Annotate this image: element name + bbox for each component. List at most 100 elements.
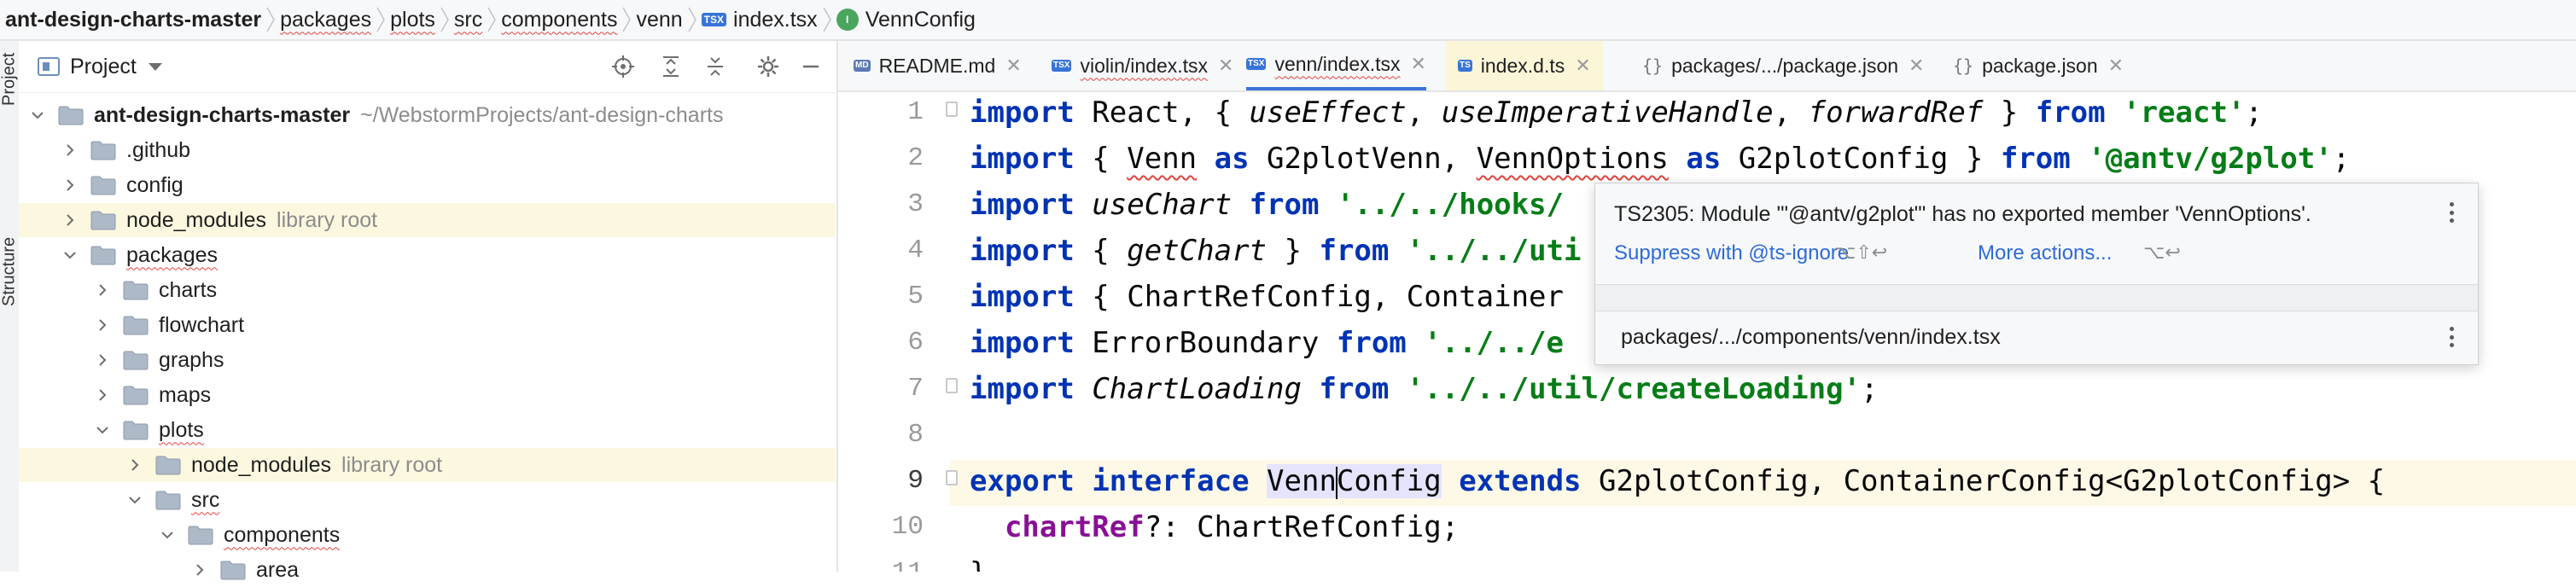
tree-item[interactable]: flowchart — [19, 308, 835, 342]
folder-icon — [90, 210, 116, 230]
breadcrumb-index-tsx[interactable]: TSX index.tsx — [701, 0, 818, 40]
tree-item[interactable]: plots — [19, 413, 835, 447]
breadcrumb-plots[interactable]: plots — [390, 0, 435, 40]
tree-item[interactable]: area — [19, 553, 835, 587]
tab-readme[interactable]: MD README.md ✕ — [854, 41, 1022, 90]
tree-item[interactable]: graphs — [19, 343, 835, 377]
expand-all-icon[interactable] — [657, 53, 685, 80]
code-line-11: } — [970, 556, 987, 572]
tab-packages-package-json[interactable]: {} packages/.../package.json ✕ — [1642, 41, 1924, 90]
interface-icon: I — [836, 9, 859, 31]
tree-item[interactable]: node_modules library root — [19, 203, 835, 237]
breadcrumb-packages[interactable]: packages — [280, 0, 371, 40]
chevron-right-icon[interactable] — [94, 352, 111, 369]
folder-icon — [123, 280, 149, 300]
tree-item-label: plots — [159, 417, 204, 442]
chevron-down-icon[interactable] — [148, 62, 162, 71]
close-icon[interactable]: ✕ — [1909, 55, 1924, 77]
more-actions-link[interactable]: More actions... — [1978, 241, 2112, 265]
more-actions-shortcut: ⌥↩ — [2143, 241, 2181, 263]
close-icon[interactable]: ✕ — [1218, 55, 1233, 77]
chevron-right-icon[interactable] — [94, 386, 111, 404]
chevron-down-icon[interactable] — [126, 491, 143, 509]
suppress-ts-ignore-link[interactable]: Suppress with @ts-ignore — [1614, 241, 1849, 265]
tab-label: violin/index.tsx — [1080, 54, 1209, 77]
tree-item[interactable]: ant-design-charts-master ~/WebstormProjec… — [19, 98, 835, 132]
project-tool-tab[interactable]: Project — [0, 48, 19, 111]
code-line-9: export interface VennConfig extends G2pl… — [970, 464, 2386, 499]
chevron-down-icon[interactable] — [159, 526, 176, 543]
line-number: 10 — [891, 512, 924, 542]
chevron-down-icon[interactable] — [29, 107, 46, 124]
minimize-icon[interactable] — [797, 53, 825, 80]
project-panel-title[interactable]: Project — [70, 55, 137, 79]
locate-icon[interactable] — [609, 53, 637, 80]
breadcrumb-root[interactable]: ant-design-charts-master — [5, 0, 261, 40]
tree-item-hint: library root — [277, 207, 378, 232]
tree-item[interactable]: config — [19, 168, 835, 202]
close-icon[interactable]: ✕ — [1575, 55, 1590, 77]
project-panel: Project ant-design-charts-master ~/Websto… — [19, 41, 838, 582]
close-icon[interactable]: ✕ — [1410, 53, 1425, 75]
tsx-file-icon: TSX — [701, 13, 727, 26]
line-number: 9 — [907, 466, 924, 496]
json-file-icon: {} — [1642, 55, 1664, 76]
close-icon[interactable]: ✕ — [1005, 55, 1021, 77]
fold-icon[interactable] — [946, 378, 958, 393]
tab-label: venn/index.tsx — [1274, 52, 1401, 75]
chevron-right-icon[interactable] — [126, 456, 143, 474]
breadcrumb-src[interactable]: src — [454, 0, 482, 40]
code-line-2: import { Venn as G2plotVenn, VennOptions… — [970, 142, 2351, 176]
tree-item-label: components — [224, 522, 341, 547]
editor-tab-bar: MD README.md ✕ TSX violin/index.tsx ✕ TS… — [838, 41, 2576, 92]
tsx-file-icon: TSX — [1052, 60, 1072, 72]
breadcrumb-label: plots — [390, 7, 435, 32]
chevron-down-icon[interactable] — [94, 421, 111, 439]
breadcrumb-label: index.tsx — [733, 7, 818, 32]
fold-icon[interactable] — [946, 102, 958, 117]
folder-icon — [123, 315, 149, 335]
tab-package-json[interactable]: {} package.json ✕ — [1953, 41, 2124, 90]
more-options-icon[interactable] — [2449, 327, 2454, 347]
project-view-icon — [38, 57, 60, 76]
gear-icon[interactable] — [755, 53, 782, 80]
breadcrumb-venn-config[interactable]: I VennConfig — [836, 0, 976, 40]
chevron-right-icon[interactable] — [61, 177, 79, 194]
close-icon[interactable]: ✕ — [2108, 55, 2124, 77]
folder-icon — [90, 140, 116, 160]
tab-violin-index[interactable]: TSX violin/index.tsx ✕ — [1052, 41, 1233, 90]
fold-icon[interactable] — [946, 470, 958, 485]
chevron-right-icon[interactable] — [191, 561, 208, 578]
chevron-right-icon[interactable] — [61, 212, 79, 229]
breadcrumb-separator-icon — [435, 0, 454, 40]
breadcrumb-separator-icon — [818, 0, 836, 40]
structure-tool-tab[interactable]: Structure — [0, 220, 19, 323]
chevron-right-icon[interactable] — [94, 317, 111, 334]
folder-icon — [220, 560, 246, 580]
more-options-icon[interactable] — [2449, 202, 2454, 223]
folder-icon — [188, 525, 213, 545]
collapse-all-icon[interactable] — [702, 53, 729, 80]
breadcrumb-venn[interactable]: venn — [636, 0, 682, 40]
tree-item[interactable]: maps — [19, 378, 835, 412]
folder-icon — [123, 420, 149, 440]
tree-item[interactable]: components — [19, 518, 835, 552]
tab-venn-index[interactable]: TSX venn/index.tsx ✕ — [1246, 41, 1426, 90]
tree-item[interactable]: packages — [19, 238, 835, 272]
chevron-right-icon[interactable] — [94, 282, 111, 299]
tree-item-hint: library root — [341, 452, 443, 477]
tree-item[interactable]: src — [19, 483, 835, 517]
line-number-gutter: 1 2 3 4 5 6 7 8 9 10 11 — [838, 92, 949, 572]
breadcrumb-components[interactable]: components — [501, 0, 617, 40]
folder-icon — [58, 105, 84, 125]
tab-index-d-ts[interactable]: TS index.d.ts ✕ — [1446, 41, 1603, 90]
tree-item[interactable]: node_modules library root — [19, 448, 835, 482]
line-number: 6 — [907, 328, 924, 357]
tree-item[interactable]: .github — [19, 133, 835, 167]
chevron-right-icon[interactable] — [61, 142, 79, 159]
tree-item-label: node_modules — [126, 207, 267, 232]
chevron-down-icon[interactable] — [61, 247, 79, 264]
breadcrumb-label: VennConfig — [865, 7, 976, 32]
tree-item[interactable]: charts — [19, 273, 835, 307]
folder-icon — [90, 245, 116, 265]
